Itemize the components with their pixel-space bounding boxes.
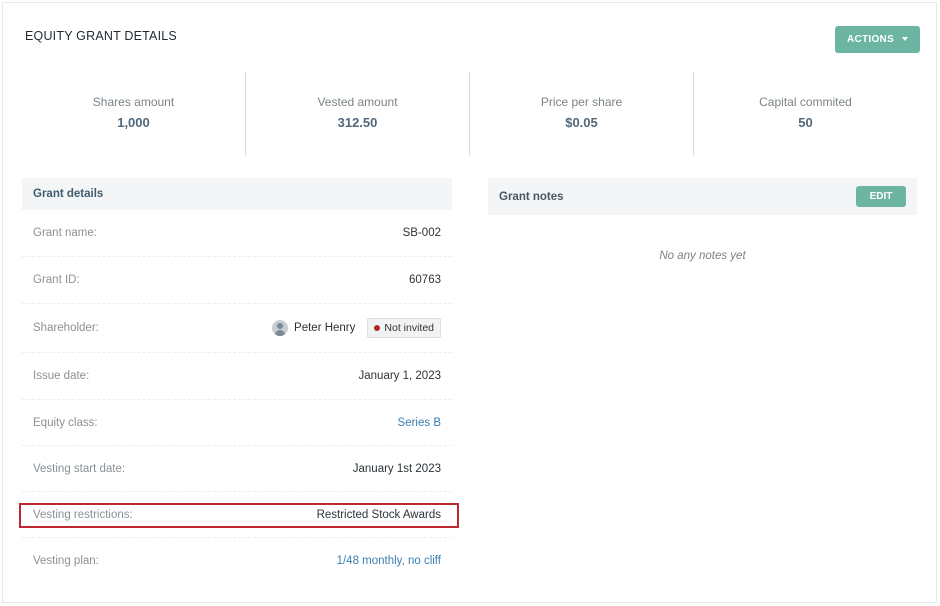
edit-notes-button[interactable]: EDIT bbox=[856, 186, 906, 207]
stat-capital-committed: Capital commited 50 bbox=[694, 72, 917, 156]
stat-shares-amount: Shares amount 1,000 bbox=[22, 72, 246, 156]
row-grant-id: Grant ID: 60763 bbox=[22, 257, 452, 304]
equity-class-label: Equity class: bbox=[33, 416, 98, 429]
vesting-plan-label: Vesting plan: bbox=[33, 555, 99, 567]
stat-price-per-share: Price per share $0.05 bbox=[470, 72, 694, 156]
stat-vested-amount: Vested amount 312.50 bbox=[246, 72, 470, 156]
equity-class-link[interactable]: Series B bbox=[398, 417, 441, 429]
row-shareholder: Shareholder: Peter Henry Not invited bbox=[22, 304, 452, 353]
grant-notes-header: Grant notes EDIT bbox=[488, 178, 917, 215]
caret-down-icon bbox=[902, 37, 909, 41]
vesting-restrictions-label: Vesting restrictions: bbox=[33, 508, 133, 521]
shareholder-name[interactable]: Peter Henry bbox=[294, 322, 355, 334]
stat-value: 1,000 bbox=[117, 115, 150, 130]
grant-details-title: Grant details bbox=[22, 178, 452, 210]
stat-label: Vested amount bbox=[317, 95, 398, 109]
vesting-start-label: Vesting start date: bbox=[33, 462, 126, 475]
actions-dropdown-button[interactable]: ACTIONS bbox=[835, 26, 920, 53]
issue-date-value: January 1, 2023 bbox=[358, 370, 441, 382]
vesting-plan-link[interactable]: 1/48 monthly, no cliff bbox=[337, 555, 441, 567]
page-title: EQUITY GRANT DETAILS bbox=[25, 29, 177, 43]
actions-label: ACTIONS bbox=[846, 34, 895, 45]
stat-label: Capital commited bbox=[759, 95, 852, 109]
row-vesting-start-date: Vesting start date: January 1st 2023 bbox=[22, 446, 452, 492]
stat-label: Price per share bbox=[540, 95, 623, 109]
row-equity-class: Equity class: Series B bbox=[22, 400, 452, 446]
stat-value: 312.50 bbox=[337, 115, 378, 130]
stat-value: 50 bbox=[798, 115, 813, 130]
row-grant-name: Grant name: SB-002 bbox=[22, 210, 452, 257]
status-text: Not invited bbox=[384, 322, 434, 334]
vesting-start-value: January 1st 2023 bbox=[352, 462, 441, 475]
avatar-icon bbox=[272, 320, 289, 336]
issue-date-label: Issue date: bbox=[33, 370, 90, 382]
grant-id-value: 60763 bbox=[409, 274, 441, 286]
grant-details-panel: Grant details Grant name: SB-002 Grant I… bbox=[22, 178, 452, 584]
row-vesting-plan: Vesting plan: 1/48 monthly, no cliff bbox=[22, 538, 452, 584]
grant-name-label: Grant name: bbox=[33, 227, 97, 239]
stat-label: Shares amount bbox=[92, 95, 175, 109]
vesting-restrictions-value: Restricted Stock Awards bbox=[316, 508, 441, 521]
status-badge: Not invited bbox=[367, 318, 441, 338]
shareholder-label: Shareholder: bbox=[33, 322, 99, 334]
shareholder-value: Peter Henry Not invited bbox=[272, 318, 441, 338]
empty-notes-text: No any notes yet bbox=[659, 250, 746, 262]
grant-id-label: Grant ID: bbox=[33, 274, 80, 286]
grant-name-value: SB-002 bbox=[402, 227, 441, 239]
grant-notes-panel: Grant notes EDIT No any notes yet bbox=[488, 178, 917, 262]
stat-value: $0.05 bbox=[565, 115, 598, 130]
stats-bar: Shares amount 1,000 Vested amount 312.50… bbox=[22, 72, 917, 156]
status-dot-icon bbox=[374, 325, 381, 331]
row-issue-date: Issue date: January 1, 2023 bbox=[22, 353, 452, 400]
row-vesting-restrictions: Vesting restrictions: Restricted Stock A… bbox=[22, 492, 452, 538]
grant-notes-title: Grant notes bbox=[499, 190, 564, 203]
